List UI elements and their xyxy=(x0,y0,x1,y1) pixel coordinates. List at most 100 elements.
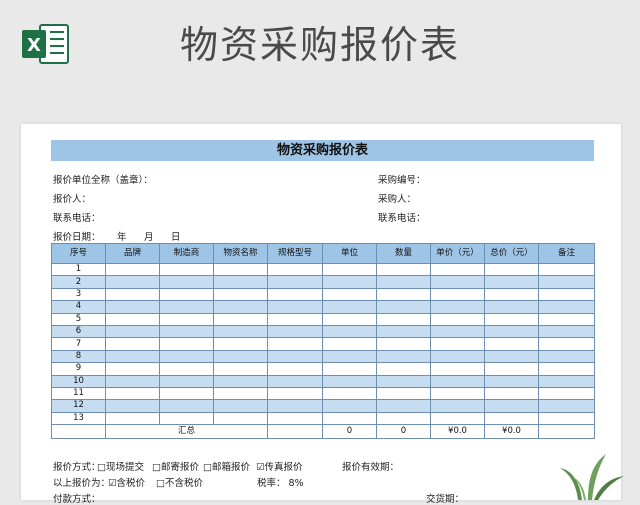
table-cell[interactable] xyxy=(105,300,160,314)
table-cell[interactable] xyxy=(159,275,214,289)
table-cell[interactable] xyxy=(322,287,377,302)
checkbox-fax[interactable]: ☑传真报价 xyxy=(256,459,303,473)
table-cell[interactable] xyxy=(267,312,323,326)
table-cell[interactable] xyxy=(484,374,539,388)
table-cell[interactable] xyxy=(213,374,268,388)
table-cell[interactable] xyxy=(322,275,377,289)
table-cell[interactable] xyxy=(430,324,485,339)
table-cell[interactable] xyxy=(484,362,539,376)
table-cell[interactable] xyxy=(538,374,595,388)
table-cell[interactable] xyxy=(213,386,268,401)
table-cell[interactable] xyxy=(538,337,595,351)
table-cell[interactable] xyxy=(538,312,595,326)
table-cell[interactable] xyxy=(322,362,377,376)
table-cell[interactable] xyxy=(159,300,214,314)
table-cell[interactable] xyxy=(159,374,214,388)
table-cell[interactable] xyxy=(322,386,377,401)
table-cell[interactable] xyxy=(159,287,214,302)
table-cell[interactable] xyxy=(430,287,485,302)
table-cell[interactable] xyxy=(376,374,431,388)
table-cell[interactable] xyxy=(159,411,214,426)
table-cell[interactable] xyxy=(159,337,214,351)
table-cell[interactable] xyxy=(105,287,160,302)
table-cell[interactable] xyxy=(484,287,539,302)
table-cell[interactable] xyxy=(267,374,323,388)
table-cell[interactable] xyxy=(484,262,539,277)
table-cell[interactable] xyxy=(538,262,595,277)
table-cell[interactable] xyxy=(376,411,431,426)
table-cell[interactable] xyxy=(538,300,595,314)
table-cell[interactable] xyxy=(376,362,431,376)
table-cell[interactable] xyxy=(484,324,539,339)
table-cell[interactable] xyxy=(159,312,214,326)
table-cell[interactable] xyxy=(322,300,377,314)
table-cell[interactable] xyxy=(376,262,431,277)
table-cell[interactable] xyxy=(538,324,595,339)
table-cell[interactable] xyxy=(430,399,485,413)
table-cell[interactable] xyxy=(376,287,431,302)
table-cell[interactable] xyxy=(538,362,595,376)
table-cell[interactable] xyxy=(322,399,377,413)
checkbox-email[interactable]: □邮箱报价 xyxy=(203,459,250,473)
table-cell[interactable] xyxy=(159,349,214,364)
table-cell[interactable] xyxy=(322,312,377,326)
table-cell[interactable] xyxy=(430,312,485,326)
table-cell[interactable] xyxy=(376,312,431,326)
table-cell[interactable] xyxy=(538,287,595,302)
table-cell[interactable] xyxy=(430,337,485,351)
table-cell[interactable] xyxy=(484,337,539,351)
table-cell[interactable] xyxy=(267,411,323,426)
table-cell[interactable] xyxy=(538,386,595,401)
table-cell[interactable] xyxy=(430,300,485,314)
table-cell[interactable] xyxy=(322,337,377,351)
table-cell[interactable] xyxy=(213,275,268,289)
table-cell[interactable] xyxy=(430,349,485,364)
table-cell[interactable] xyxy=(322,262,377,277)
table-cell[interactable] xyxy=(484,312,539,326)
table-cell[interactable] xyxy=(538,275,595,289)
table-cell[interactable] xyxy=(213,262,268,277)
table-cell[interactable] xyxy=(538,399,595,413)
checkbox-mail[interactable]: □邮寄报价 xyxy=(152,459,199,473)
table-cell[interactable] xyxy=(376,349,431,364)
table-cell[interactable] xyxy=(159,399,214,413)
table-cell[interactable] xyxy=(213,349,268,364)
checkbox-onsite[interactable]: □现场提交 xyxy=(97,459,144,473)
table-cell[interactable] xyxy=(430,411,485,426)
table-cell[interactable] xyxy=(105,262,160,277)
table-cell[interactable] xyxy=(267,337,323,351)
table-cell[interactable] xyxy=(322,349,377,364)
table-cell[interactable] xyxy=(376,324,431,339)
table-cell[interactable] xyxy=(267,300,323,314)
checkbox-tax-included[interactable]: ☑含税价 xyxy=(108,475,145,489)
table-cell[interactable] xyxy=(213,324,268,339)
table-cell[interactable] xyxy=(213,312,268,326)
table-cell[interactable] xyxy=(430,374,485,388)
table-cell[interactable] xyxy=(267,262,323,277)
table-cell[interactable] xyxy=(213,362,268,376)
table-cell[interactable] xyxy=(105,374,160,388)
table-cell[interactable] xyxy=(105,349,160,364)
table-cell[interactable] xyxy=(430,386,485,401)
table-cell[interactable] xyxy=(105,337,160,351)
table-cell[interactable] xyxy=(267,324,323,339)
table-cell[interactable] xyxy=(105,324,160,339)
table-cell[interactable] xyxy=(105,399,160,413)
table-cell[interactable] xyxy=(376,399,431,413)
table-cell[interactable] xyxy=(376,300,431,314)
table-cell[interactable] xyxy=(322,411,377,426)
table-cell[interactable] xyxy=(430,275,485,289)
table-cell[interactable] xyxy=(267,362,323,376)
table-cell[interactable] xyxy=(538,349,595,364)
table-cell[interactable] xyxy=(484,386,539,401)
table-cell[interactable] xyxy=(159,262,214,277)
table-cell[interactable] xyxy=(105,411,160,426)
table-cell[interactable] xyxy=(322,324,377,339)
table-cell[interactable] xyxy=(484,300,539,314)
table-cell[interactable] xyxy=(159,324,214,339)
table-cell[interactable] xyxy=(105,386,160,401)
table-cell[interactable] xyxy=(322,374,377,388)
checkbox-tax-excluded[interactable]: □不含税价 xyxy=(156,475,203,489)
table-cell[interactable] xyxy=(484,275,539,289)
table-cell[interactable] xyxy=(484,399,539,413)
